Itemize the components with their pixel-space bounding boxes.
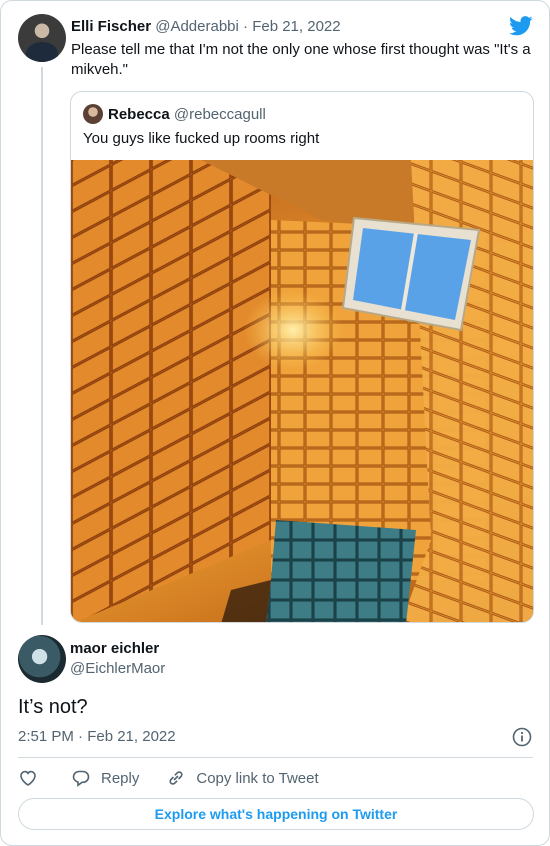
link-icon (169, 771, 183, 785)
quoted-tweet[interactable]: Rebecca @rebeccagull You guys like fucke… (70, 91, 534, 623)
reply-tweet-text: It’s not? (18, 696, 88, 718)
avatar-rebecca (83, 104, 103, 124)
twitter-bird-icon[interactable] (509, 15, 533, 37)
copy-link-button[interactable]: Copy link to Tweet (166, 768, 319, 788)
reply-author-name[interactable]: maor eichler (70, 639, 159, 659)
like-button[interactable] (18, 768, 38, 788)
copy-link-label: Copy link to Tweet (196, 769, 319, 787)
info-icon[interactable] (512, 727, 532, 747)
tweet-actions: Reply Copy link to Tweet (18, 766, 319, 790)
tweet-embed-card: Elli Fischer @Adderabbi · Feb 21, 2022 P… (0, 0, 550, 846)
separator-dot: · (243, 18, 249, 35)
reply-author-handle[interactable]: @EichlerMaor (70, 659, 165, 679)
parent-tweet-text: Please tell me that I'm not the only one… (71, 41, 531, 78)
quoted-author-handle: @rebeccagull (173, 106, 266, 123)
parent-tweet-header: Elli Fischer @Adderabbi · Feb 21, 2022 (71, 17, 341, 37)
reply-button[interactable]: Reply (71, 768, 139, 788)
quoted-author-name: Rebecca (108, 106, 170, 123)
author-name[interactable]: Elli Fischer (71, 18, 151, 35)
tiled-room-illustration (71, 160, 533, 622)
avatar-maor-eichler[interactable] (18, 635, 66, 683)
tweet-date[interactable]: Feb 21, 2022 (252, 18, 340, 35)
quoted-tweet-header: Rebecca @rebeccagull (108, 105, 266, 125)
heart-icon (20, 770, 36, 786)
avatar-elli-fischer[interactable] (18, 14, 66, 62)
explore-twitter-button[interactable]: Explore what's happening on Twitter (18, 798, 534, 830)
divider (18, 757, 533, 758)
author-handle[interactable]: @Adderabbi (155, 18, 239, 35)
thread-line (41, 67, 43, 625)
reply-bubble-icon (72, 770, 90, 787)
reply-timestamp[interactable]: 2:51 PM · Feb 21, 2022 (18, 727, 176, 747)
quoted-tweet-text: You guys like fucked up rooms right (83, 130, 320, 147)
tiled-room-photo[interactable] (71, 160, 533, 622)
reply-label: Reply (101, 769, 140, 787)
